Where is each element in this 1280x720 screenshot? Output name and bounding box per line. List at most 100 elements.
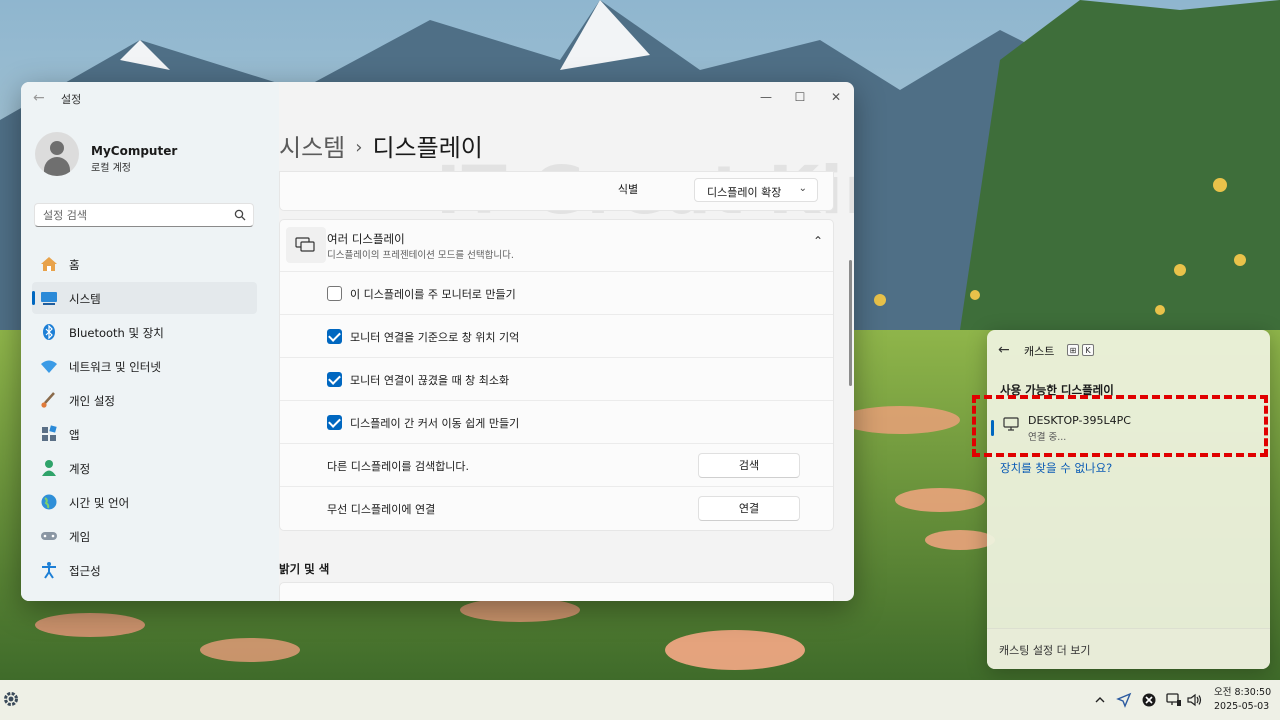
clock-time: 8:30:50 bbox=[1234, 687, 1272, 698]
sidebar-item-label: 홈 bbox=[69, 258, 80, 272]
breadcrumb-separator: › bbox=[355, 137, 363, 158]
settings-gear-icon[interactable] bbox=[1, 689, 21, 709]
accessibility-icon bbox=[42, 562, 56, 579]
multiple-displays-icon-box bbox=[286, 227, 326, 263]
cast-title: 캐스트 bbox=[1024, 345, 1055, 358]
brightness-card bbox=[279, 582, 834, 601]
back-arrow-icon[interactable]: ← bbox=[998, 342, 1010, 358]
sidebar-item-home[interactable]: 홈 bbox=[32, 248, 257, 280]
settings-window: ← 설정 — ☐ ✕ MyComputer 로컬 계정 홈 bbox=[21, 82, 854, 601]
sidebar-item-accessibility[interactable]: 접근성 bbox=[32, 554, 257, 586]
brightness-section-title: 밝기 및 색 bbox=[279, 562, 330, 576]
minimize-windows-checkbox[interactable] bbox=[327, 372, 342, 387]
display-arrangement-card: 식별 디스플레이 확장 ⌄ bbox=[279, 171, 834, 211]
main-display-checkbox[interactable] bbox=[327, 286, 342, 301]
apps-icon bbox=[42, 425, 57, 441]
sidebar-item-system[interactable]: 시스템 bbox=[32, 282, 257, 314]
detect-button[interactable]: 검색 bbox=[698, 453, 800, 478]
account-icon bbox=[42, 460, 56, 476]
detect-displays-row: 다른 디스플레이를 검색합니다. 검색 bbox=[280, 444, 833, 487]
sidebar-item-accounts[interactable]: 계정 bbox=[32, 452, 257, 484]
sidebar-item-gaming[interactable]: 게임 bbox=[32, 520, 257, 552]
profile-account-type: 로컬 계정 bbox=[91, 163, 131, 174]
search-box[interactable] bbox=[34, 203, 254, 227]
checkbox-label: 모니터 연결을 기준으로 창 위치 기억 bbox=[350, 331, 520, 344]
blocked-icon[interactable] bbox=[1140, 691, 1158, 709]
volume-icon[interactable] bbox=[1185, 691, 1203, 709]
window-title: 설정 bbox=[61, 93, 82, 106]
bluetooth-icon bbox=[43, 324, 55, 340]
detect-displays-label: 다른 디스플레이를 검색합니다. bbox=[327, 460, 470, 473]
wireless-display-label: 무선 디스플레이에 연결 bbox=[327, 503, 436, 516]
back-arrow-icon[interactable]: ← bbox=[33, 91, 47, 105]
checkbox-row-main-display[interactable]: 이 디스플레이를 주 모니터로 만들기 bbox=[280, 272, 833, 315]
sidebar-item-network[interactable]: 네트워크 및 인터넷 bbox=[32, 350, 257, 382]
checkbox-label: 디스플레이 간 커서 이동 쉽게 만들기 bbox=[350, 417, 520, 430]
sidebar-nav: 홈 시스템 Bluetooth 및 장치 네트워크 및 인터넷 개인 설정 앱 … bbox=[32, 248, 257, 588]
multiple-displays-icon bbox=[295, 237, 315, 252]
sidebar-item-apps[interactable]: 앱 bbox=[32, 418, 257, 450]
globe-icon bbox=[41, 494, 57, 510]
sidebar-item-label: 시스템 bbox=[69, 292, 101, 306]
cast-footer[interactable]: 캐스팅 설정 더 보기 bbox=[987, 628, 1270, 669]
chevron-up-icon[interactable]: ⌃ bbox=[813, 234, 823, 248]
sidebar-item-label: 계정 bbox=[69, 462, 91, 476]
display-mode-value: 디스플레이 확장 bbox=[707, 186, 782, 199]
cursor-move-checkbox[interactable] bbox=[327, 415, 342, 430]
search-icon[interactable] bbox=[234, 209, 246, 221]
more-cast-settings-link[interactable]: 캐스팅 설정 더 보기 bbox=[999, 642, 1090, 658]
maximize-button[interactable]: ☐ bbox=[790, 88, 810, 106]
breadcrumb-parent[interactable]: 시스템 bbox=[279, 134, 345, 162]
sidebar-item-label: 개인 설정 bbox=[69, 394, 115, 408]
multiple-displays-subtitle: 디스플레이의 프레젠테이션 모드를 선택합니다. bbox=[327, 250, 514, 261]
sidebar-item-label: Bluetooth 및 장치 bbox=[69, 326, 164, 340]
profile-name: MyComputer bbox=[91, 144, 178, 158]
chevron-down-icon: ⌄ bbox=[798, 183, 807, 194]
title-bar: ← 설정 — ☐ ✕ bbox=[21, 82, 854, 114]
clock-ampm: 오전 bbox=[1214, 687, 1232, 698]
sidebar-item-label: 접근성 bbox=[69, 564, 101, 578]
close-button[interactable]: ✕ bbox=[826, 88, 846, 106]
taskbar bbox=[0, 680, 1280, 720]
system-icon bbox=[41, 292, 57, 305]
remember-window-checkbox[interactable] bbox=[327, 329, 342, 344]
home-icon bbox=[41, 257, 57, 271]
chevron-up-icon[interactable] bbox=[1091, 691, 1109, 709]
minimize-button[interactable]: — bbox=[756, 88, 776, 106]
cant-find-device-link[interactable]: 장치를 찾을 수 없나요? bbox=[1000, 460, 1112, 476]
display-mode-select[interactable]: 디스플레이 확장 ⌄ bbox=[694, 178, 818, 202]
sidebar-item-label: 게임 bbox=[69, 530, 91, 544]
k-key-icon: K bbox=[1082, 344, 1094, 356]
sidebar-item-label: 시간 및 언어 bbox=[69, 496, 130, 510]
gamepad-icon bbox=[41, 532, 57, 540]
taskbar-clock[interactable]: 오전 8:30:50 2025-05-03 bbox=[1214, 686, 1274, 714]
sidebar-item-bluetooth[interactable]: Bluetooth 및 장치 bbox=[32, 316, 257, 348]
network-icon bbox=[41, 360, 57, 373]
windows-key-icon: ⊞ bbox=[1067, 344, 1079, 356]
multiple-displays-header[interactable]: 여러 디스플레이 디스플레이의 프레젠테이션 모드를 선택합니다. ⌃ bbox=[280, 220, 833, 272]
sidebar-item-label: 네트워크 및 인터넷 bbox=[69, 360, 161, 374]
checkbox-label: 모니터 연결이 끊겼을 때 창 최소화 bbox=[350, 374, 510, 387]
user-profile[interactable]: MyComputer 로컬 계정 bbox=[35, 132, 275, 182]
clock-date: 2025-05-03 bbox=[1214, 701, 1270, 712]
sidebar-item-personalization[interactable]: 개인 설정 bbox=[32, 384, 257, 416]
wireless-display-row: 무선 디스플레이에 연결 연결 bbox=[280, 487, 833, 530]
identify-button[interactable]: 식별 bbox=[580, 178, 676, 202]
multiple-displays-title: 여러 디스플레이 bbox=[327, 232, 405, 246]
network-status-icon[interactable] bbox=[1165, 691, 1183, 709]
highlight-annotation bbox=[972, 395, 1268, 457]
cast-flyout: ← 캐스트 ⊞ K 사용 가능한 디스플레이 DESKTOP-395L4PC 연… bbox=[987, 330, 1270, 669]
search-input[interactable] bbox=[43, 207, 223, 223]
scrollbar[interactable] bbox=[849, 260, 852, 386]
sidebar-item-time-language[interactable]: 시간 및 언어 bbox=[32, 486, 257, 518]
checkbox-row-remember-window[interactable]: 모니터 연결을 기준으로 창 위치 기억 bbox=[280, 315, 833, 358]
multiple-displays-card: 여러 디스플레이 디스플레이의 프레젠테이션 모드를 선택합니다. ⌃ 이 디스… bbox=[279, 219, 834, 531]
checkbox-row-minimize-windows[interactable]: 모니터 연결이 끊겼을 때 창 최소화 bbox=[280, 358, 833, 401]
sidebar-item-label: 앱 bbox=[69, 428, 80, 442]
checkbox-label: 이 디스플레이를 주 모니터로 만들기 bbox=[350, 288, 516, 301]
checkbox-row-cursor-move[interactable]: 디스플레이 간 커서 이동 쉽게 만들기 bbox=[280, 401, 833, 444]
location-arrow-icon[interactable] bbox=[1115, 691, 1133, 709]
connect-button[interactable]: 연결 bbox=[698, 496, 800, 521]
avatar bbox=[35, 132, 79, 176]
personalization-icon bbox=[41, 392, 55, 408]
